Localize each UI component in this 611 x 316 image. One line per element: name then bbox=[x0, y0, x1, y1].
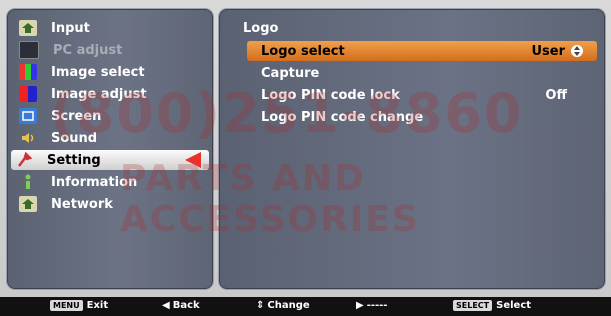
back-label: Back bbox=[172, 300, 200, 311]
submenu-title: Logo bbox=[243, 21, 279, 36]
submenu-item-logo-pin-lock[interactable]: Logo PIN code lock Off bbox=[247, 85, 597, 105]
main-menu-panel: Input PC adjust Image select Image adjus… bbox=[6, 8, 214, 290]
menu-key: MENU bbox=[50, 300, 83, 311]
menu-item-information[interactable]: Information bbox=[15, 172, 211, 192]
menu-label-network: Network bbox=[51, 196, 113, 212]
left-arrow-icon: ◀ bbox=[162, 300, 170, 311]
menu-item-input[interactable]: Input bbox=[15, 18, 211, 38]
menu-label-setting: Setting bbox=[47, 152, 101, 168]
menu-label-image-select: Image select bbox=[51, 64, 145, 80]
status-select: SELECT Select bbox=[453, 300, 531, 311]
input-icon bbox=[19, 20, 37, 36]
menu-label-input: Input bbox=[51, 20, 90, 36]
menu-item-image-select[interactable]: Image select bbox=[15, 62, 211, 82]
sound-icon bbox=[19, 130, 37, 146]
menu-label-sound: Sound bbox=[51, 130, 98, 146]
submenu-value-logo-select: User bbox=[531, 44, 583, 59]
status-change: ⇕ Change bbox=[256, 300, 310, 311]
submenu-label-logo-pin-change: Logo PIN code change bbox=[261, 109, 424, 125]
menu-label-information: Information bbox=[51, 174, 138, 190]
menu-item-setting[interactable]: Setting bbox=[11, 150, 209, 170]
select-label: Select bbox=[496, 300, 532, 311]
status-exit: MENU Exit bbox=[50, 300, 108, 311]
screen-icon bbox=[19, 108, 37, 124]
next-label: ----- bbox=[366, 300, 388, 311]
setting-icon bbox=[15, 152, 33, 168]
submenu-item-logo-select[interactable]: Logo select User bbox=[247, 41, 597, 61]
submenu-label-logo-select: Logo select bbox=[261, 43, 345, 59]
submenu-label-logo-pin-lock: Logo PIN code lock bbox=[261, 87, 400, 103]
menu-label-screen: Screen bbox=[51, 108, 102, 124]
status-next: ▶ ----- bbox=[356, 300, 387, 311]
exit-label: Exit bbox=[86, 300, 109, 311]
submenu-item-capture[interactable]: Capture bbox=[247, 63, 597, 83]
pc-adjust-icon bbox=[19, 41, 39, 59]
select-key: SELECT bbox=[453, 300, 493, 311]
image-select-icon bbox=[19, 64, 37, 80]
logo-select-value: User bbox=[531, 43, 565, 59]
status-back: ◀ Back bbox=[162, 300, 200, 311]
submenu-panel: Logo Logo select User Capture Logo PIN c… bbox=[218, 8, 606, 290]
status-bar: MENU Exit ◀ Back ⇕ Change ▶ ----- SELECT… bbox=[0, 297, 611, 316]
submenu-label-capture: Capture bbox=[261, 65, 320, 81]
menu-item-screen[interactable]: Screen bbox=[15, 106, 211, 126]
menu-label-pc-adjust: PC adjust bbox=[53, 42, 123, 58]
information-icon bbox=[19, 174, 37, 190]
up-down-arrow-icon: ⇕ bbox=[256, 300, 265, 311]
change-label: Change bbox=[267, 300, 310, 311]
network-icon bbox=[19, 196, 37, 212]
right-arrow-icon: ▶ bbox=[356, 300, 364, 311]
up-down-icon bbox=[571, 45, 583, 57]
menu-item-sound[interactable]: Sound bbox=[15, 128, 211, 148]
submenu-item-logo-pin-change[interactable]: Logo PIN code change bbox=[247, 107, 597, 127]
menu-item-pc-adjust[interactable]: PC adjust bbox=[15, 40, 211, 60]
menu-item-network[interactable]: Network bbox=[15, 194, 211, 214]
image-adjust-icon bbox=[19, 86, 37, 102]
menu-label-image-adjust: Image adjust bbox=[51, 86, 147, 102]
submenu-value-logo-pin-lock: Off bbox=[545, 87, 567, 103]
menu-item-image-adjust[interactable]: Image adjust bbox=[15, 84, 211, 104]
selection-arrow-icon bbox=[185, 152, 201, 168]
